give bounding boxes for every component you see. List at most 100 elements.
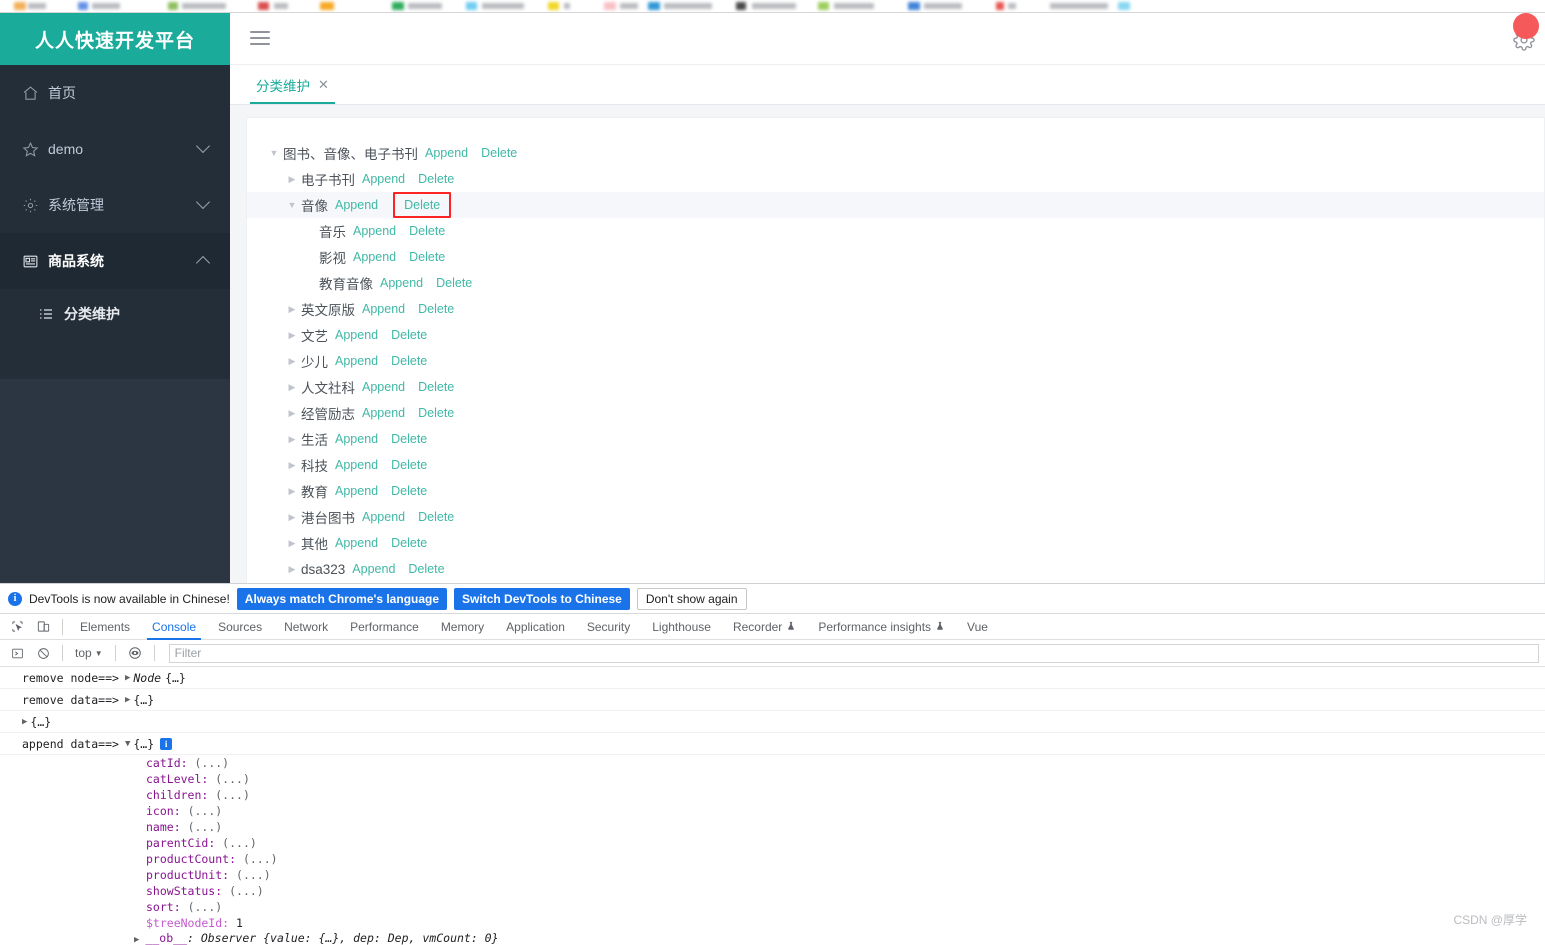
- tree-node-append-button[interactable]: Append: [353, 224, 396, 238]
- tree-node-delete-button[interactable]: Delete: [409, 224, 445, 238]
- tree-node[interactable]: ▶少儿AppendDelete: [247, 348, 1544, 374]
- tree-node-append-button[interactable]: Append: [335, 354, 378, 368]
- devtools-tab-network[interactable]: Network: [273, 614, 339, 640]
- tree-node-append-button[interactable]: Append: [425, 146, 468, 160]
- devtools-tab-recorder[interactable]: Recorder: [722, 614, 807, 640]
- switch-devtools-to-chinese-button[interactable]: Switch DevTools to Chinese: [454, 588, 630, 610]
- devtools-tab-sources[interactable]: Sources: [207, 614, 273, 640]
- console-property-value[interactable]: (...): [215, 788, 250, 802]
- tree-node-append-button[interactable]: Append: [362, 510, 405, 524]
- hamburger-menu-icon[interactable]: [250, 31, 270, 47]
- tree-node[interactable]: ▶经管励志AppendDelete: [247, 400, 1544, 426]
- caret-right-icon[interactable]: ▶: [283, 564, 301, 575]
- tree-node-append-button[interactable]: Append: [362, 172, 405, 186]
- devtools-tab-vue[interactable]: Vue: [956, 614, 999, 640]
- always-match-chrome-language-button[interactable]: Always match Chrome's language: [237, 588, 447, 610]
- tree-node[interactable]: ▶生活AppendDelete: [247, 426, 1544, 452]
- console-property-value[interactable]: (...): [194, 756, 229, 770]
- console-log-row[interactable]: append data==>▼{…}i: [0, 733, 1545, 755]
- caret-right-icon[interactable]: ▶: [283, 434, 301, 445]
- disclosure-triangle-down-icon[interactable]: ▼: [125, 739, 130, 749]
- browser-bookmark-bar[interactable]: [0, 0, 1545, 13]
- devtools-tab-elements[interactable]: Elements: [69, 614, 141, 640]
- console-property-value[interactable]: 1: [236, 916, 243, 930]
- console-property-value[interactable]: (...): [188, 804, 223, 818]
- console-property-value[interactable]: (...): [229, 884, 264, 898]
- disclosure-triangle-right-icon[interactable]: ▶: [22, 717, 27, 727]
- sidebar-item-product-system[interactable]: 商品系统: [0, 233, 230, 289]
- caret-right-icon[interactable]: ▶: [283, 174, 301, 185]
- console-observer-row[interactable]: ▶__ob__: Observer {value: {…}, dep: Dep,…: [0, 931, 1545, 945]
- tree-node[interactable]: ▶音乐AppendDelete: [247, 218, 1544, 244]
- console-property-row[interactable]: children: (...): [146, 787, 1545, 803]
- devtools-tab-security[interactable]: Security: [576, 614, 641, 640]
- tree-node[interactable]: ▶科技AppendDelete: [247, 452, 1544, 478]
- disclosure-triangle-right-icon[interactable]: ▶: [134, 935, 139, 945]
- tree-node-delete-button[interactable]: Delete: [393, 192, 451, 218]
- clear-console-icon[interactable]: [30, 641, 56, 665]
- close-icon[interactable]: ✕: [318, 77, 329, 93]
- caret-right-icon[interactable]: ▶: [283, 382, 301, 393]
- devtools-tab-performance-insights[interactable]: Performance insights: [807, 614, 956, 640]
- tree-node[interactable]: ▼图书、音像、电子书刊AppendDelete: [247, 140, 1544, 166]
- tree-node-delete-button[interactable]: Delete: [391, 536, 427, 550]
- tree-node-delete-button[interactable]: Delete: [391, 458, 427, 472]
- console-property-row[interactable]: name: (...): [146, 819, 1545, 835]
- caret-right-icon[interactable]: ▶: [283, 512, 301, 523]
- tree-node[interactable]: ▶其他AppendDelete: [247, 530, 1544, 556]
- tree-node-append-button[interactable]: Append: [335, 484, 378, 498]
- caret-right-icon[interactable]: ▶: [283, 460, 301, 471]
- caret-down-icon[interactable]: ▼: [283, 200, 301, 210]
- tree-node-delete-button[interactable]: Delete: [391, 432, 427, 446]
- device-toolbar-icon[interactable]: [30, 615, 56, 639]
- console-context-selector[interactable]: top ▼: [69, 646, 109, 660]
- tree-node-delete-button[interactable]: Delete: [391, 328, 427, 342]
- tree-node[interactable]: ▶英文原版AppendDelete: [247, 296, 1544, 322]
- console-property-value[interactable]: (...): [222, 836, 257, 850]
- tree-node-append-button[interactable]: Append: [335, 328, 378, 342]
- tree-node-delete-button[interactable]: Delete: [408, 562, 444, 576]
- tree-node[interactable]: ▶教育AppendDelete: [247, 478, 1544, 504]
- console-property-row[interactable]: sort: (...): [146, 899, 1545, 915]
- caret-right-icon[interactable]: ▶: [283, 486, 301, 497]
- caret-down-icon[interactable]: ▼: [265, 148, 283, 158]
- console-property-row[interactable]: $treeNodeId: 1: [146, 915, 1545, 931]
- info-icon[interactable]: i: [160, 738, 172, 750]
- console-property-row[interactable]: icon: (...): [146, 803, 1545, 819]
- inspect-element-icon[interactable]: [4, 615, 30, 639]
- tree-node[interactable]: ▼音像AppendDelete: [247, 192, 1544, 218]
- tree-node-append-button[interactable]: Append: [335, 432, 378, 446]
- console-property-value[interactable]: (...): [188, 900, 223, 914]
- tree-node-delete-button[interactable]: Delete: [409, 250, 445, 264]
- tree-node-append-button[interactable]: Append: [352, 562, 395, 576]
- console-log-row[interactable]: remove data==>▶{…}: [0, 689, 1545, 711]
- console-property-value[interactable]: (...): [243, 852, 278, 866]
- tree-node-delete-button[interactable]: Delete: [418, 406, 454, 420]
- tree-node-delete-button[interactable]: Delete: [391, 484, 427, 498]
- tree-node-append-button[interactable]: Append: [353, 250, 396, 264]
- tree-node[interactable]: ▶教育音像AppendDelete: [247, 270, 1544, 296]
- sidebar-item-system-management[interactable]: 系统管理: [0, 177, 230, 233]
- console-property-row[interactable]: catId: (...): [146, 755, 1545, 771]
- devtools-tab-console[interactable]: Console: [141, 614, 207, 640]
- tree-node[interactable]: ▶影视AppendDelete: [247, 244, 1544, 270]
- devtools-tab-application[interactable]: Application: [495, 614, 576, 640]
- live-expression-eye-icon[interactable]: [122, 641, 148, 665]
- tree-node[interactable]: ▶dsa323AppendDelete: [247, 556, 1544, 582]
- devtools-tab-lighthouse[interactable]: Lighthouse: [641, 614, 722, 640]
- console-property-row[interactable]: parentCid: (...): [146, 835, 1545, 851]
- tree-node-delete-button[interactable]: Delete: [418, 172, 454, 186]
- console-property-row[interactable]: productCount: (...): [146, 851, 1545, 867]
- tree-node[interactable]: ▶文艺AppendDelete: [247, 322, 1544, 348]
- dont-show-again-button[interactable]: Don't show again: [637, 588, 747, 610]
- tree-node-append-button[interactable]: Append: [362, 380, 405, 394]
- tree-node-append-button[interactable]: Append: [335, 198, 378, 212]
- tree-node[interactable]: ▶电子书刊AppendDelete: [247, 166, 1544, 192]
- console-log-row[interactable]: remove node==>▶Node{…}: [0, 667, 1545, 689]
- sidebar-item-home[interactable]: 首页: [0, 65, 230, 121]
- tree-node-delete-button[interactable]: Delete: [481, 146, 517, 160]
- console-property-row[interactable]: catLevel: (...): [146, 771, 1545, 787]
- console-log-row[interactable]: ▶{…}: [0, 711, 1545, 733]
- caret-right-icon[interactable]: ▶: [283, 330, 301, 341]
- tree-node-delete-button[interactable]: Delete: [418, 380, 454, 394]
